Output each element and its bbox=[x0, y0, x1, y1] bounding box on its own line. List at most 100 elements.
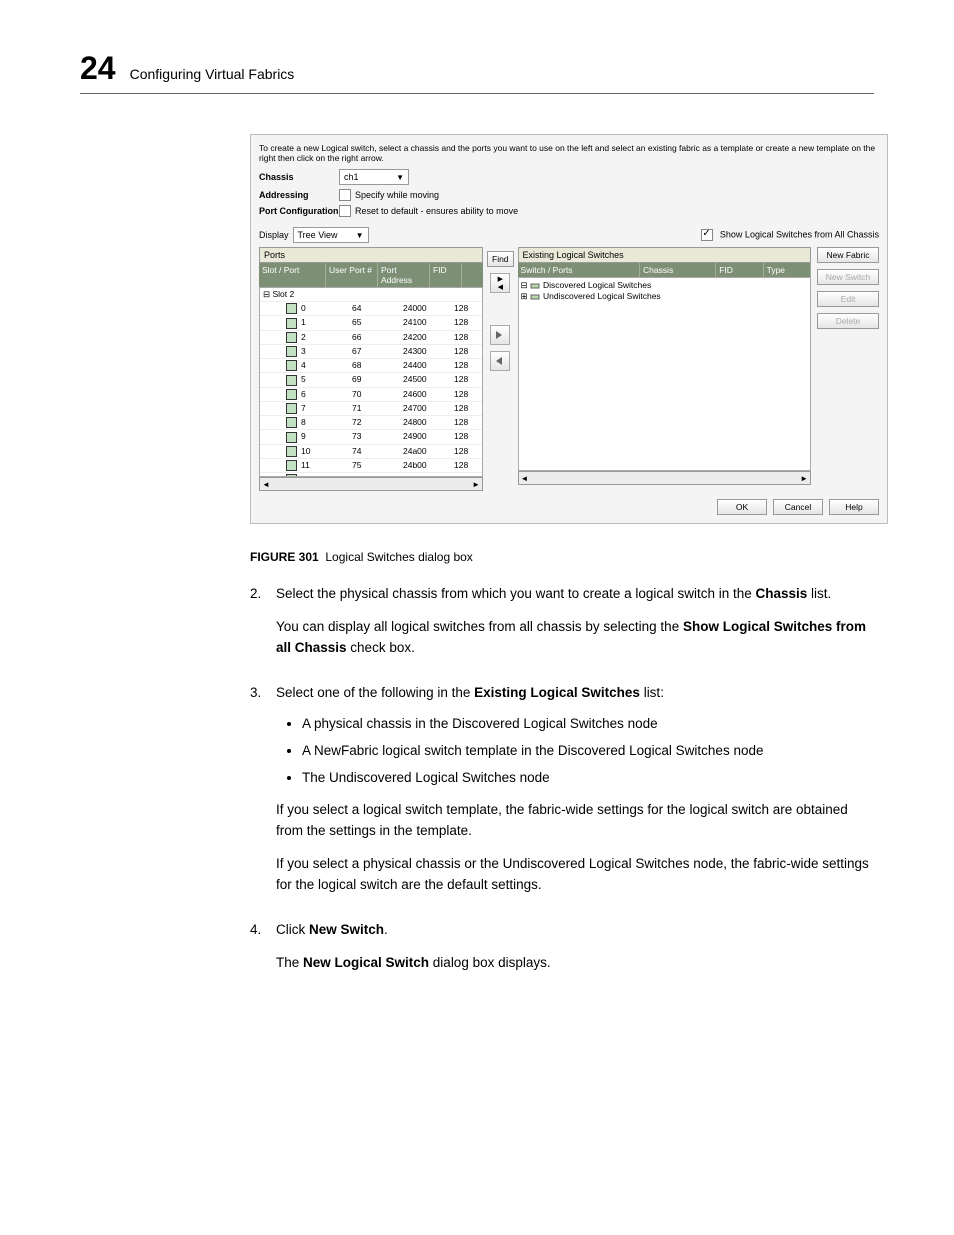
step-number: 3. bbox=[250, 683, 268, 908]
switch-icon bbox=[530, 281, 540, 291]
table-row[interactable]: 127624c00128 bbox=[260, 473, 482, 477]
chassis-row: Chassis ch1 ▼ bbox=[259, 169, 879, 185]
port-icon bbox=[286, 460, 297, 471]
existing-panel-title: Existing Logical Switches bbox=[518, 247, 811, 263]
port-icon bbox=[286, 332, 297, 343]
show-all-checkbox[interactable] bbox=[701, 229, 713, 241]
existing-hscroll[interactable]: ◄► bbox=[518, 471, 811, 485]
table-row[interactable]: 36724300128 bbox=[260, 345, 482, 359]
edit-button[interactable]: Edit bbox=[817, 291, 879, 307]
ports-table-header: Slot / Port User Port # Port Address FID bbox=[259, 263, 483, 287]
port-icon bbox=[286, 432, 297, 443]
step-4: 4. Click New Switch. The New Logical Swi… bbox=[250, 920, 874, 986]
ok-button[interactable]: OK bbox=[717, 499, 767, 515]
table-row[interactable]: 107424a00128 bbox=[260, 445, 482, 459]
dialog-footer: OK Cancel Help bbox=[259, 499, 879, 515]
existing-table-header: Switch / Ports Chassis FID Type bbox=[518, 263, 811, 277]
cancel-button[interactable]: Cancel bbox=[773, 499, 823, 515]
col-slot: Slot / Port bbox=[259, 263, 326, 287]
col-type: Type bbox=[764, 263, 811, 277]
chevron-down-icon: ▼ bbox=[396, 173, 404, 182]
display-dropdown-value: Tree View bbox=[298, 230, 338, 240]
chassis-dropdown-value: ch1 bbox=[344, 172, 359, 182]
port-icon bbox=[286, 474, 297, 477]
chapter-title: Configuring Virtual Fabrics bbox=[130, 66, 295, 82]
find-button[interactable]: Find bbox=[487, 251, 514, 267]
table-row[interactable]: 46824400128 bbox=[260, 359, 482, 373]
help-button[interactable]: Help bbox=[829, 499, 879, 515]
chassis-label: Chassis bbox=[259, 172, 339, 182]
figure-caption: FIGURE 301 Logical Switches dialog box bbox=[250, 550, 874, 564]
table-row[interactable]: ⊟ Slot 2 bbox=[260, 288, 482, 302]
list-item: The Undiscovered Logical Switches node bbox=[302, 768, 874, 789]
delete-button[interactable]: Delete bbox=[817, 313, 879, 329]
port-icon bbox=[286, 303, 297, 314]
port-icon bbox=[286, 375, 297, 386]
new-fabric-button[interactable]: New Fabric bbox=[817, 247, 879, 263]
addressing-row: Addressing Specify while moving bbox=[259, 189, 879, 201]
logical-switches-dialog: To create a new Logical switch, select a… bbox=[250, 134, 888, 524]
move-left-button[interactable] bbox=[490, 351, 510, 371]
port-icon bbox=[286, 417, 297, 428]
col-fid: FID bbox=[430, 263, 462, 287]
show-all-label: Show Logical Switches from All Chassis bbox=[720, 229, 879, 239]
page-header: 24 Configuring Virtual Fabrics bbox=[80, 50, 874, 94]
portconfig-label: Port Configuration bbox=[259, 206, 339, 216]
step-3: 3. Select one of the following in the Ex… bbox=[250, 683, 874, 908]
tree-node-undiscovered[interactable]: ⊞ Undiscovered Logical Switches bbox=[521, 291, 808, 302]
chapter-number: 24 bbox=[80, 50, 116, 87]
col-fid: FID bbox=[716, 263, 763, 277]
ports-panel-title: Ports bbox=[259, 247, 483, 263]
tree-node-discovered[interactable]: ⊟ Discovered Logical Switches bbox=[521, 280, 808, 291]
chassis-dropdown[interactable]: ch1 ▼ bbox=[339, 169, 409, 185]
port-icon bbox=[286, 360, 297, 371]
table-row[interactable]: 06424000128 bbox=[260, 302, 482, 316]
step-2: 2. Select the physical chassis from whic… bbox=[250, 584, 874, 671]
existing-tree[interactable]: ⊟ Discovered Logical Switches ⊞ Undiscov… bbox=[518, 277, 811, 471]
body-text: 2. Select the physical chassis from whic… bbox=[250, 584, 874, 986]
addressing-checkbox[interactable] bbox=[339, 189, 351, 201]
addressing-label: Addressing bbox=[259, 190, 339, 200]
portconfig-checkbox-label: Reset to default - ensures ability to mo… bbox=[355, 206, 518, 216]
new-switch-button[interactable]: New Switch bbox=[817, 269, 879, 285]
right-buttons: New Fabric New Switch Edit Delete bbox=[817, 247, 879, 491]
ports-hscroll[interactable]: ◄► bbox=[259, 477, 483, 491]
figure-label: FIGURE 301 bbox=[250, 550, 319, 564]
port-icon bbox=[286, 403, 297, 414]
port-icon bbox=[286, 346, 297, 357]
step-number: 2. bbox=[250, 584, 268, 671]
col-userport: User Port # bbox=[326, 263, 378, 287]
display-dropdown[interactable]: Tree View ▼ bbox=[293, 227, 369, 243]
table-row[interactable]: 26624200128 bbox=[260, 331, 482, 345]
chevron-down-icon: ▼ bbox=[356, 231, 364, 240]
port-icon bbox=[286, 446, 297, 457]
table-row[interactable]: 56924500128 bbox=[260, 373, 482, 387]
arrow-right-icon bbox=[494, 330, 504, 340]
existing-panel: Existing Logical Switches Switch / Ports… bbox=[518, 247, 879, 491]
col-portaddr: Port Address bbox=[378, 263, 430, 287]
table-row[interactable]: 97324900128 bbox=[260, 430, 482, 444]
transfer-buttons: Find ▶◀ bbox=[487, 247, 514, 491]
table-row[interactable]: 67024600128 bbox=[260, 388, 482, 402]
dialog-intro: To create a new Logical switch, select a… bbox=[259, 143, 879, 163]
step-number: 4. bbox=[250, 920, 268, 986]
table-row[interactable]: 87224800128 bbox=[260, 416, 482, 430]
arrow-left-icon bbox=[494, 356, 504, 366]
list-item: A NewFabric logical switch template in t… bbox=[302, 741, 874, 762]
list-item: A physical chassis in the Discovered Log… bbox=[302, 714, 874, 735]
display-label: Display bbox=[259, 230, 289, 240]
bullet-list: A physical chassis in the Discovered Log… bbox=[302, 714, 874, 789]
table-row[interactable]: 16524100128 bbox=[260, 316, 482, 330]
portconfig-checkbox[interactable] bbox=[339, 205, 351, 217]
switch-icon bbox=[530, 292, 540, 302]
find-next-button[interactable]: ▶◀ bbox=[490, 273, 510, 293]
table-row[interactable]: 77124700128 bbox=[260, 402, 482, 416]
show-all-container: Show Logical Switches from All Chassis bbox=[701, 229, 879, 241]
ports-table-body[interactable]: ⊟ Slot 206424000128165241001282662420012… bbox=[259, 287, 483, 477]
figure-text: Logical Switches dialog box bbox=[325, 550, 472, 564]
col-chassis: Chassis bbox=[640, 263, 716, 277]
col-switch: Switch / Ports bbox=[518, 263, 640, 277]
move-right-button[interactable] bbox=[490, 325, 510, 345]
table-row[interactable]: 117524b00128 bbox=[260, 459, 482, 473]
port-icon bbox=[286, 318, 297, 329]
